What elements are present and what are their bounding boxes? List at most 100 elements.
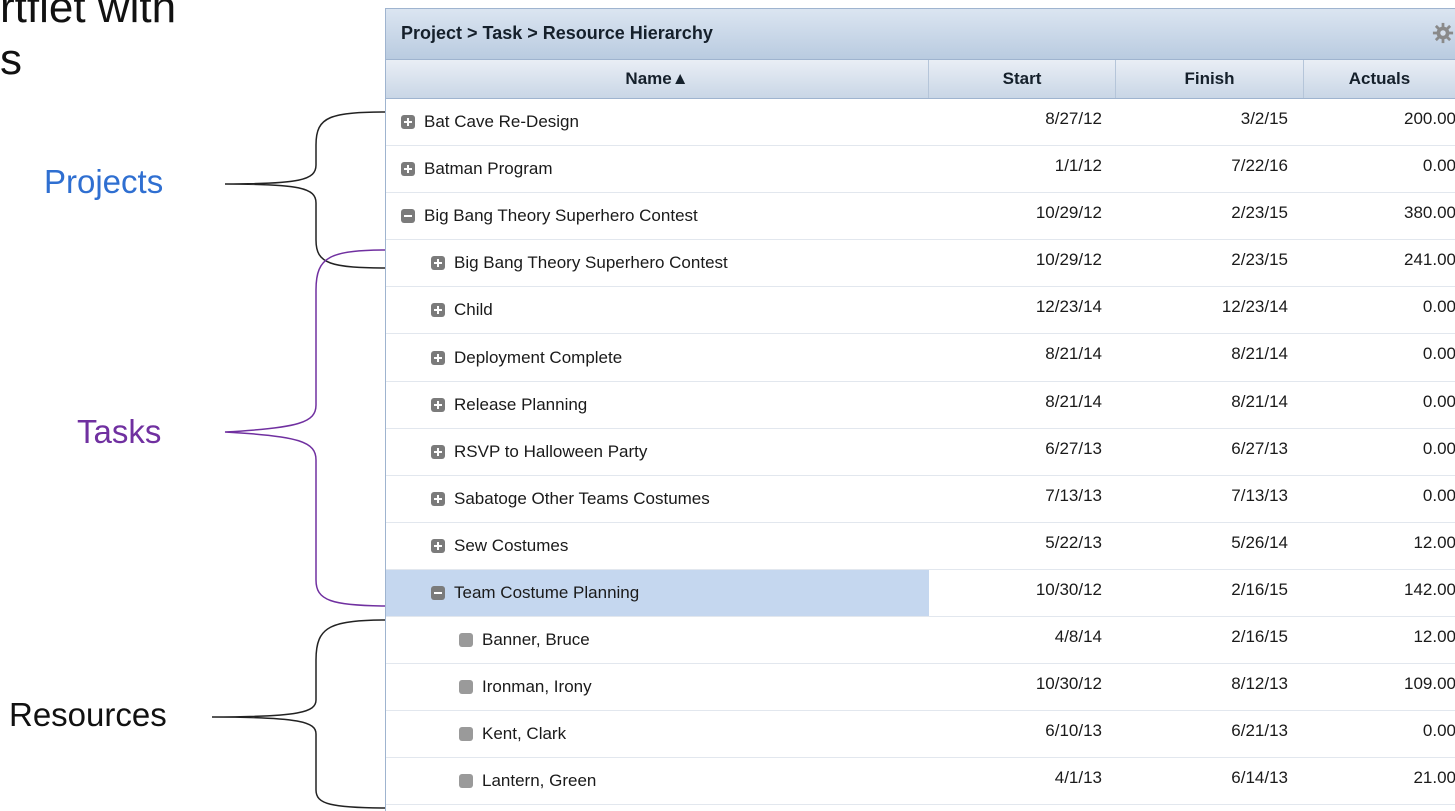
table-row[interactable]: Lantern, Green 4/1/13 6/14/13 21.00 bbox=[386, 758, 1455, 806]
name-cell[interactable]: Batman Program bbox=[386, 146, 929, 192]
name-cell[interactable]: Release Planning bbox=[386, 382, 929, 428]
column-header-name[interactable]: Name▲ bbox=[386, 60, 929, 98]
start-cell: 10/30/12 bbox=[1035, 674, 1102, 694]
row-name-label: Deployment Complete bbox=[454, 347, 623, 367]
row-name-label: Banner, Bruce bbox=[482, 630, 590, 650]
gear-icon[interactable] bbox=[1432, 22, 1454, 44]
table-row[interactable]: Big Bang Theory Superhero Contest 10/29/1… bbox=[386, 193, 1455, 241]
finish-cell: 12/23/14 bbox=[1221, 297, 1288, 317]
row-name-label: Ironman, Irony bbox=[482, 677, 592, 697]
finish-cell: 8/12/13 bbox=[1231, 674, 1288, 694]
leaf-node-icon bbox=[459, 680, 473, 695]
row-name-label: Team Costume Planning bbox=[454, 582, 640, 602]
finish-cell: 6/14/13 bbox=[1231, 768, 1288, 788]
table-row[interactable]: Banner, Bruce 4/8/14 2/16/15 12.00 bbox=[386, 617, 1455, 665]
finish-cell: 6/21/13 bbox=[1231, 721, 1288, 741]
panel-title: Project > Task > Resource Hierarchy bbox=[401, 23, 713, 43]
actuals-cell: 0.00 bbox=[1422, 721, 1455, 741]
leaf-node-icon bbox=[459, 633, 473, 648]
table-row[interactable]: Bat Cave Re-Design 8/27/12 3/2/15 200.00 bbox=[386, 99, 1455, 147]
resources-brace bbox=[211, 619, 391, 809]
name-cell[interactable]: Big Bang Theory Superhero Contest bbox=[386, 193, 929, 239]
name-cell[interactable]: Deployment Complete bbox=[386, 334, 929, 380]
grid-rows: Bat Cave Re-Design 8/27/12 3/2/15 200.00 Bat… bbox=[386, 99, 1455, 806]
column-header-start[interactable]: Start bbox=[929, 60, 1116, 98]
collapse-icon[interactable] bbox=[431, 585, 445, 600]
name-cell[interactable]: Sew Costumes bbox=[386, 523, 929, 569]
expand-icon[interactable] bbox=[431, 303, 445, 318]
table-row[interactable]: Deployment Complete 8/21/14 8/21/14 0.00 bbox=[386, 334, 1455, 382]
start-cell: 5/22/13 bbox=[1045, 532, 1102, 552]
actuals-cell: 0.00 bbox=[1422, 344, 1455, 364]
name-cell[interactable]: Sabatoge Other Teams Costumes bbox=[386, 476, 929, 522]
start-cell: 10/30/12 bbox=[1035, 579, 1102, 599]
finish-cell: 2/16/15 bbox=[1231, 579, 1288, 599]
expand-icon[interactable] bbox=[431, 397, 445, 412]
start-cell: 10/29/12 bbox=[1035, 203, 1102, 223]
expand-icon[interactable] bbox=[431, 350, 445, 365]
finish-cell: 2/23/15 bbox=[1231, 250, 1288, 270]
row-name-label: RSVP to Halloween Party bbox=[454, 441, 648, 461]
table-row[interactable]: Child 12/23/14 12/23/14 0.00 bbox=[386, 287, 1455, 335]
table-row[interactable]: Sabatoge Other Teams Costumes 7/13/13 7/13… bbox=[386, 476, 1455, 523]
start-cell: 12/23/14 bbox=[1035, 297, 1102, 317]
expand-icon[interactable] bbox=[431, 491, 445, 506]
table-row[interactable]: Team Costume Planning 10/30/12 2/16/15 142.… bbox=[386, 569, 1455, 618]
tasks-brace bbox=[224, 249, 391, 607]
finish-cell: 8/21/14 bbox=[1231, 344, 1288, 364]
name-cell[interactable]: Ironman, Irony bbox=[386, 664, 929, 710]
projects-brace bbox=[224, 111, 391, 269]
collapse-icon[interactable] bbox=[401, 209, 415, 224]
actuals-cell: 142.00 bbox=[1404, 579, 1455, 599]
name-cell[interactable]: Child bbox=[386, 287, 929, 333]
start-cell: 6/27/13 bbox=[1045, 438, 1102, 458]
column-header-row: Name▲ Start Finish Actuals bbox=[386, 60, 1455, 99]
actuals-cell: 241.00 bbox=[1404, 250, 1455, 270]
column-header-actuals[interactable]: Actuals bbox=[1304, 60, 1455, 98]
expand-icon[interactable] bbox=[431, 256, 445, 271]
actuals-cell: 0.00 bbox=[1422, 391, 1455, 411]
actuals-cell: 380.00 bbox=[1404, 203, 1455, 223]
name-cell[interactable]: Big Bang Theory Superhero Contest bbox=[386, 240, 929, 286]
panel-header: Project > Task > Resource Hierarchy bbox=[386, 9, 1455, 60]
resources-label: Resources bbox=[9, 696, 167, 733]
name-cell[interactable]: RSVP to Halloween Party bbox=[386, 429, 929, 475]
row-name-label: Bat Cave Re-Design bbox=[424, 112, 579, 132]
finish-cell: 7/22/16 bbox=[1231, 156, 1288, 176]
table-row[interactable]: Batman Program 1/1/12 7/22/16 0.00 bbox=[386, 146, 1455, 194]
tasks-label: Tasks bbox=[77, 413, 162, 450]
actuals-cell: 0.00 bbox=[1422, 297, 1455, 317]
row-name-label: Release Planning bbox=[454, 394, 588, 414]
name-cell[interactable]: Bat Cave Re-Design bbox=[386, 99, 929, 145]
table-row[interactable]: Sew Costumes 5/22/13 5/26/14 12.00 bbox=[386, 523, 1455, 570]
table-row[interactable]: Release Planning 8/21/14 8/21/14 0.00 bbox=[386, 382, 1455, 429]
table-row[interactable]: Big Bang Theory Superhero Contest 10/29/1… bbox=[386, 240, 1455, 288]
start-cell: 8/27/12 bbox=[1045, 109, 1102, 128]
row-name-label: Big Bang Theory Superhero Contest bbox=[454, 253, 728, 273]
hierarchy-grid-panel: Project > Task > Resource Hierarchy Name… bbox=[385, 8, 1455, 811]
actuals-cell: 109.00 bbox=[1404, 674, 1455, 694]
expand-icon[interactable] bbox=[401, 115, 415, 130]
row-name-label: Child bbox=[454, 300, 493, 320]
expand-icon[interactable] bbox=[401, 162, 415, 177]
hierarchy-brackets bbox=[211, 111, 391, 809]
leaf-node-icon bbox=[459, 727, 473, 742]
actuals-cell: 0.00 bbox=[1422, 156, 1455, 176]
start-cell: 10/29/12 bbox=[1035, 250, 1102, 270]
name-cell[interactable]: Team Costume Planning bbox=[386, 569, 929, 617]
column-header-finish[interactable]: Finish bbox=[1116, 60, 1304, 98]
expand-icon[interactable] bbox=[431, 444, 445, 459]
table-row[interactable]: Ironman, Irony 10/30/12 8/12/13 109.00 bbox=[386, 664, 1455, 712]
table-row[interactable]: Kent, Clark 6/10/13 6/21/13 0.00 bbox=[386, 711, 1455, 759]
row-name-label: Sew Costumes bbox=[454, 535, 569, 555]
expand-icon[interactable] bbox=[431, 538, 445, 553]
name-cell[interactable]: Lantern, Green bbox=[386, 758, 929, 804]
name-cell[interactable]: Kent, Clark bbox=[386, 711, 929, 757]
finish-cell: 2/16/15 bbox=[1231, 627, 1288, 647]
start-cell: 8/21/14 bbox=[1045, 344, 1102, 364]
finish-cell: 5/26/14 bbox=[1231, 532, 1288, 552]
finish-cell: 6/27/13 bbox=[1231, 438, 1288, 458]
name-cell[interactable]: Banner, Bruce bbox=[386, 617, 929, 663]
table-row[interactable]: RSVP to Halloween Party 6/27/13 6/27/13 0.0… bbox=[386, 429, 1455, 476]
actuals-cell: 21.00 bbox=[1413, 768, 1455, 788]
